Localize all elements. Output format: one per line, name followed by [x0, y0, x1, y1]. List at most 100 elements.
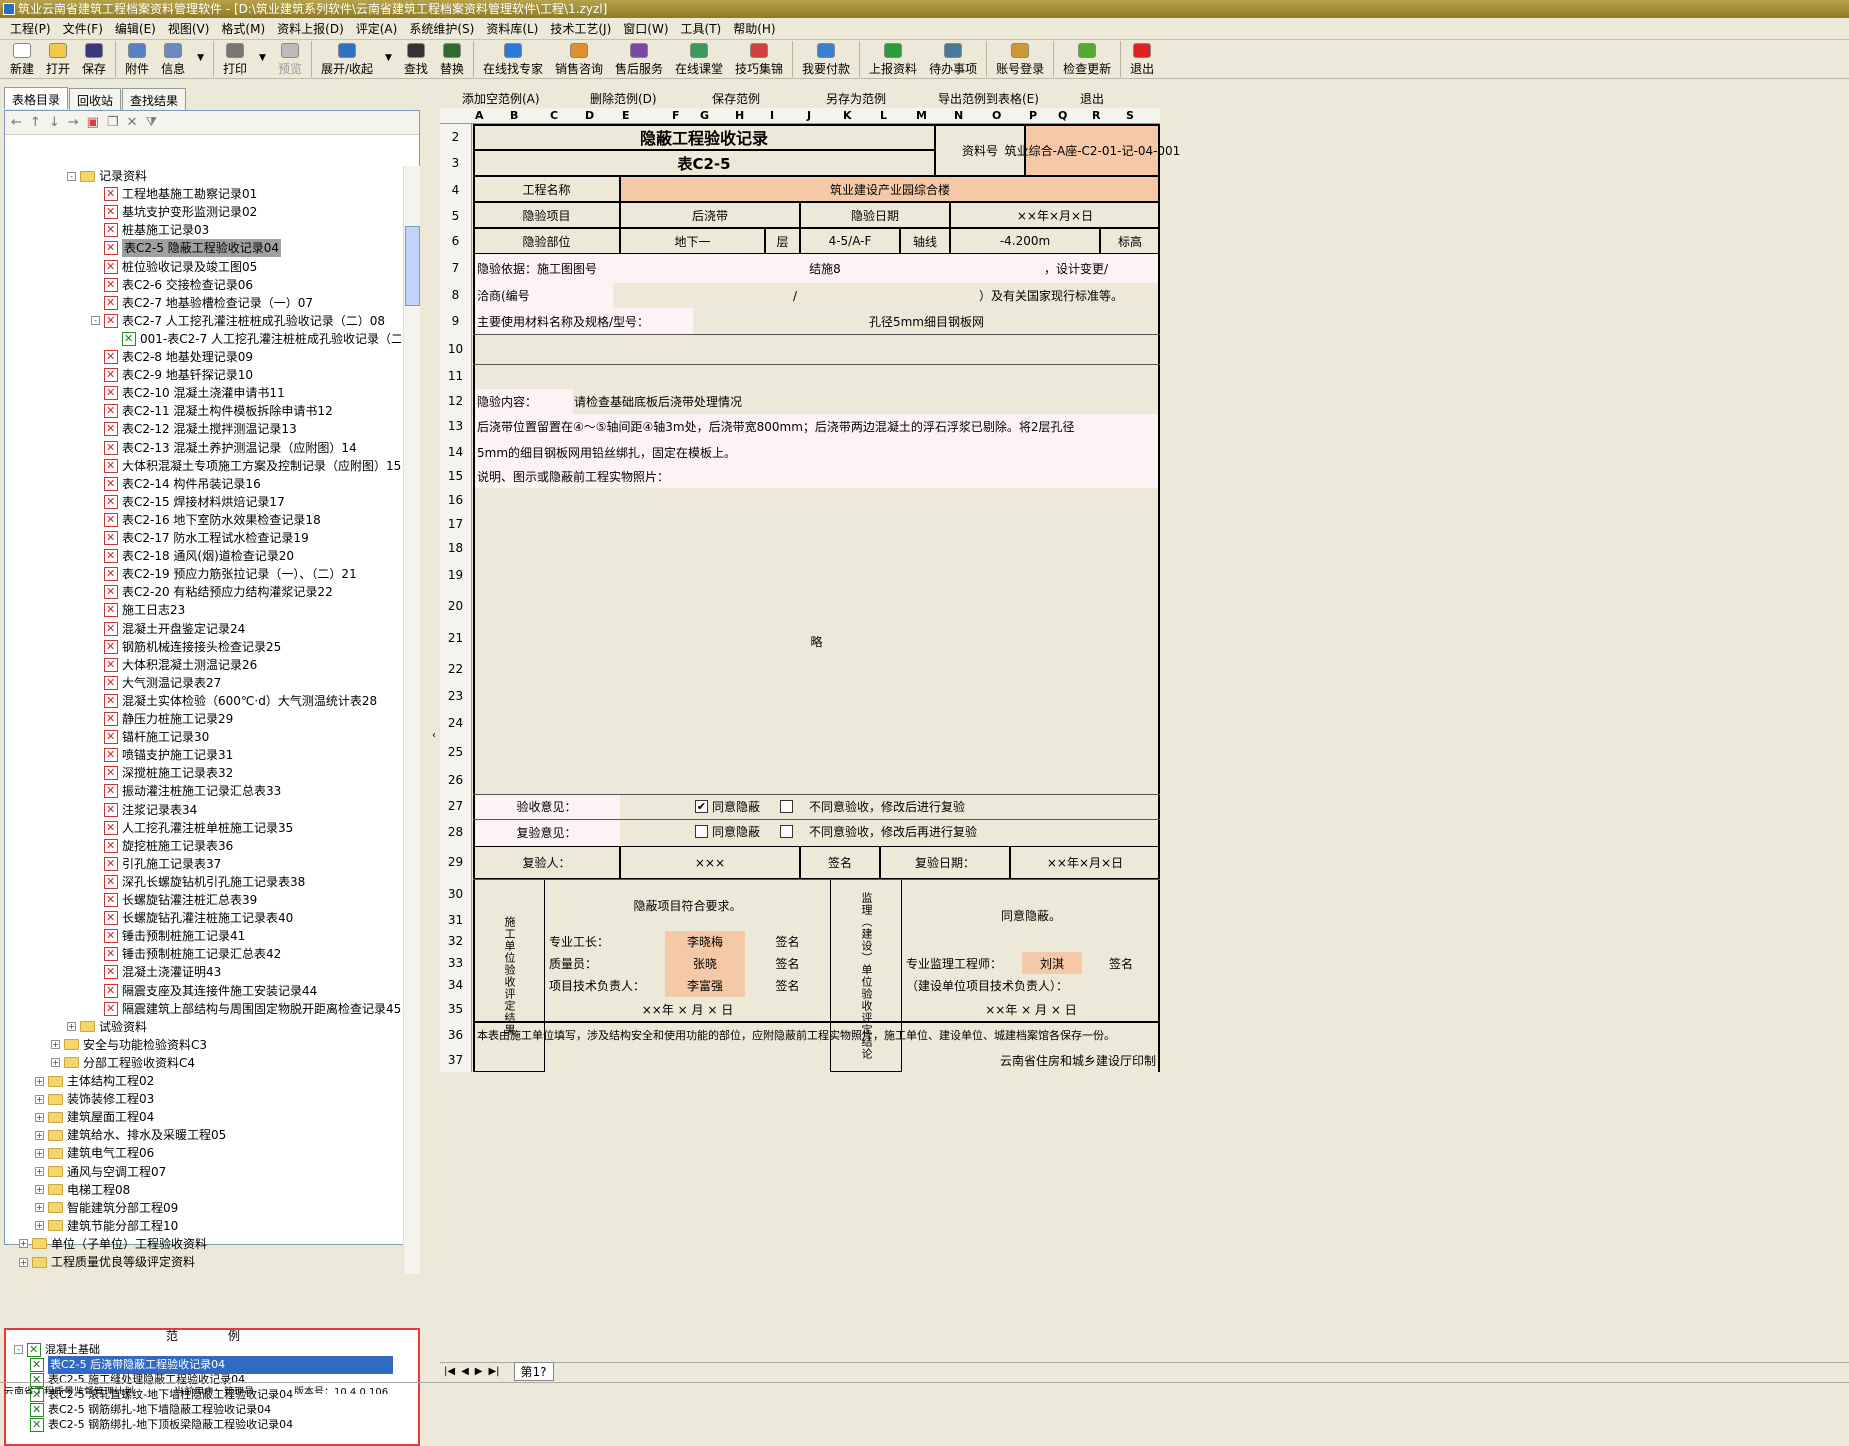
scrollbar-thumb[interactable]	[405, 226, 420, 306]
disagree-checkbox[interactable]	[780, 800, 794, 813]
row-number[interactable]: 4	[440, 176, 472, 204]
prev-sheet-icon[interactable]: ◀	[461, 1366, 469, 1377]
tree-item[interactable]: 大气测温记录表27	[91, 674, 221, 692]
row-number[interactable]: 20	[440, 590, 472, 622]
menu-item[interactable]: 文件(F)	[57, 20, 109, 37]
toolbar-button[interactable]: 保存	[76, 41, 112, 77]
column-header-cell[interactable]: R	[1092, 109, 1100, 122]
tree-item[interactable]: 注浆记录表34	[91, 801, 197, 819]
row-number[interactable]: 13	[440, 414, 472, 439]
toolbar-button[interactable]: 信息	[155, 41, 191, 77]
tree-item[interactable]: 基坑支护变形监测记录02	[91, 203, 257, 221]
menu-item[interactable]: 资料上报(D)	[271, 20, 350, 37]
tree-item[interactable]: 表C2-9 地基钎探记录10	[91, 366, 253, 384]
tree-item[interactable]: + 试验资料	[67, 1018, 147, 1036]
tree-item[interactable]: 旋挖桩施工记录表36	[91, 837, 233, 855]
expander-icon[interactable]: +	[35, 1221, 44, 1231]
tree-item[interactable]: + 智能建筑分部工程09	[35, 1199, 178, 1217]
toolbar-button[interactable]: 退出	[1120, 41, 1160, 77]
tree-item[interactable]: 隔震支座及其连接件施工安装记录44	[91, 982, 317, 1000]
recheck-date-value[interactable]: ××年×月×日	[1010, 846, 1160, 879]
owner-label[interactable]: （建设单位项目技术负责人）：	[902, 974, 1160, 997]
column-header-cell[interactable]: D	[585, 109, 594, 122]
column-header-cell[interactable]: F	[672, 109, 680, 122]
foreman-value[interactable]: 李晓梅	[665, 931, 745, 952]
accept-label[interactable]: 验收意见：	[473, 794, 620, 819]
tree-item[interactable]: 表C2-6 交接检查记录06	[91, 276, 253, 294]
tree-item[interactable]: 表C2-20 有粘结预应力结构灌浆记录22	[91, 583, 333, 601]
foreman-sign[interactable]: 签名	[745, 931, 830, 952]
supervisor-value[interactable]: 刘淇	[1022, 952, 1082, 974]
tree-item[interactable]: 锤击预制桩施工记录汇总表42	[91, 945, 281, 963]
row-number[interactable]: 36	[440, 1022, 472, 1048]
recheck-date-label[interactable]: 复验日期：	[880, 846, 1010, 879]
foreman-label[interactable]: 专业工长：	[545, 931, 665, 952]
filter-icon[interactable]: ⧩	[145, 115, 157, 130]
menu-item[interactable]: 资料库(L)	[480, 20, 544, 37]
tree-item[interactable]: 锚杆施工记录30	[91, 728, 209, 746]
sample-action-button[interactable]: 添加空范例(A)	[462, 90, 540, 107]
row-number[interactable]: 31	[440, 909, 472, 931]
tree-item[interactable]: 大体积混凝土测温记录26	[91, 656, 257, 674]
supervision-result[interactable]: 同意隐蔽。	[902, 879, 1160, 952]
row-number[interactable]: 5	[440, 204, 472, 228]
sign-label[interactable]: 签名	[800, 846, 880, 879]
part-label[interactable]: 隐验部位	[473, 228, 620, 254]
toolbar-button[interactable]: 在线找专家	[472, 41, 549, 77]
tree-item[interactable]: + 通风与空调工程07	[35, 1163, 166, 1181]
collapse-arrow-icon[interactable]: ‹	[432, 730, 436, 741]
tree-item[interactable]: 表C2-16 地下室防水效果检查记录18	[91, 511, 321, 529]
toolbar-button[interactable]: 销售咨询	[549, 41, 609, 77]
supervision-date[interactable]: ××年 × 月 × 日	[902, 997, 1160, 1021]
material-label[interactable]: 主要使用材料名称及规格/型号：	[473, 308, 693, 334]
form-subtitle[interactable]: 表C2-5	[473, 150, 935, 176]
toolbar-button[interactable]: 检查更新	[1053, 41, 1117, 77]
material-value[interactable]: 孔径5mm细目钢板网	[693, 308, 1160, 334]
arrow-right-icon[interactable]: →	[68, 115, 79, 130]
sample-action-button[interactable]: 另存为范例	[826, 90, 886, 107]
row-number[interactable]: 3	[440, 150, 472, 176]
column-header-cell[interactable]: G	[700, 109, 709, 122]
row-number[interactable]: 15	[440, 465, 472, 488]
tree-item[interactable]: 表C2-8 地基处理记录09	[91, 348, 253, 366]
floor-label[interactable]: 层	[765, 228, 800, 254]
column-header-cell[interactable]: B	[510, 109, 518, 122]
toolbar-button[interactable]: 技巧集锦	[729, 41, 789, 77]
tree-item[interactable]: + 主体结构工程02	[35, 1072, 154, 1090]
tree-item[interactable]: 隔震建筑上部结构与周围固定物脱开距离检查记录45	[91, 1000, 401, 1018]
toolbar-button[interactable]: 替换	[434, 41, 470, 77]
column-header-cell[interactable]: O	[992, 109, 1001, 122]
row-number[interactable]: 32	[440, 931, 472, 952]
row-number[interactable]: 9	[440, 308, 472, 334]
nego-value[interactable]: /	[620, 283, 970, 308]
splitter[interactable]: ‹	[432, 80, 440, 1380]
delete-icon[interactable]: ✕	[127, 115, 138, 130]
row-number[interactable]: 2	[440, 124, 472, 150]
row-number[interactable]: 26	[440, 767, 472, 794]
column-header-cell[interactable]: A	[475, 109, 484, 122]
axis-label[interactable]: 轴线	[900, 228, 950, 254]
sample-action-button[interactable]: 退出	[1080, 90, 1104, 107]
row-number[interactable]: 37	[440, 1048, 472, 1072]
footnote[interactable]: 本表由施工单位填写，涉及结构安全和使用功能的部位，应附隐蔽前工程实物照片，施工单…	[473, 1022, 1160, 1048]
menu-item[interactable]: 评定(A)	[350, 20, 404, 37]
row-number[interactable]: 19	[440, 560, 472, 590]
basis-tail[interactable]: ，设计变更/	[1040, 254, 1160, 283]
tree-item[interactable]: + 电梯工程08	[35, 1181, 130, 1199]
expander-icon[interactable]: +	[35, 1076, 44, 1086]
tree-item[interactable]: 混凝土开盘鉴定记录24	[91, 620, 245, 638]
row-number[interactable]: 6	[440, 228, 472, 254]
tree-item[interactable]: 大体积混凝土专项施工方案及控制记录（应附图）15	[91, 457, 401, 475]
tree-item[interactable]: + 分部工程验收资料C4	[51, 1054, 195, 1072]
dropdown-arrow-icon[interactable]: ▼	[191, 41, 210, 77]
tree-item[interactable]: 钢筋机械连接接头检查记录25	[91, 638, 281, 656]
tree-item[interactable]: + 装饰装修工程03	[35, 1090, 154, 1108]
toolbar-button[interactable]: 查找	[398, 41, 434, 77]
sample-item[interactable]: 表C2-5 钢筋绑扎-地下顶板梁隐蔽工程验收记录04	[30, 1416, 293, 1434]
expander-icon[interactable]: +	[35, 1094, 44, 1104]
tree-item[interactable]: 长螺旋钻灌注桩汇总表39	[91, 891, 257, 909]
toolbar-button[interactable]: 预览	[272, 41, 308, 77]
supervisor-label[interactable]: 专业监理工程师：	[902, 952, 1022, 974]
toolbar-button[interactable]: 新建	[4, 41, 40, 77]
tree-item[interactable]: 表C2-15 焊接材料烘焙记录17	[91, 493, 285, 511]
